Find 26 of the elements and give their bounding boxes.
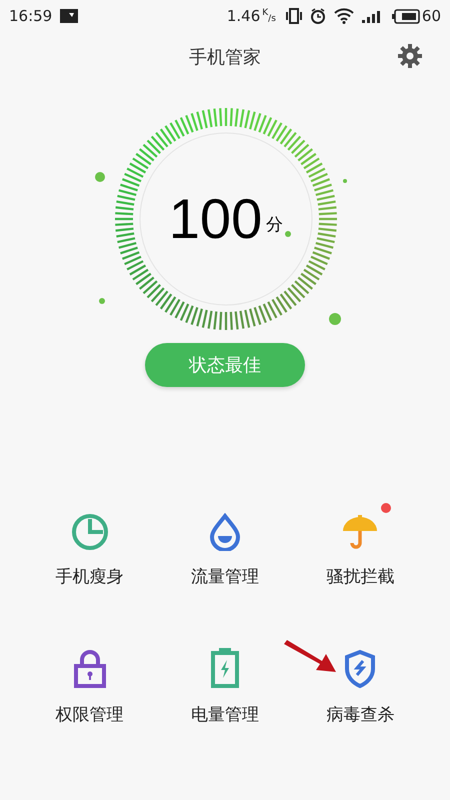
battery-level: 60	[422, 6, 441, 27]
score-value: 100	[168, 191, 262, 247]
score-unit: 分	[266, 214, 284, 238]
alarm-icon	[310, 8, 326, 24]
annotation-arrow	[282, 640, 336, 674]
picture-notification-icon	[60, 9, 78, 23]
tool-label[interactable]: 骚扰拦截	[326, 565, 394, 590]
network-speed: 1.46	[226, 6, 260, 27]
water-drop-icon	[208, 513, 242, 551]
wifi-icon	[334, 8, 354, 24]
pie-chart-icon	[70, 513, 109, 551]
battery-icon	[392, 8, 420, 24]
status-time: 16:59	[9, 6, 52, 27]
tool-label[interactable]: 流量管理	[190, 565, 259, 590]
shield-icon	[343, 648, 378, 688]
battery-charge-icon	[210, 646, 240, 688]
umbrella-icon	[341, 513, 380, 551]
tool-label[interactable]: 电量管理	[190, 702, 259, 728]
settings-icon[interactable]	[398, 44, 422, 68]
page-title: 手机管家	[189, 46, 261, 70]
tool-label[interactable]: 病毒查杀	[326, 702, 394, 728]
speed-unit: K /s	[262, 8, 276, 24]
tool-label[interactable]: 手机瘦身	[56, 565, 124, 590]
padlock-icon	[72, 648, 107, 688]
tool-label[interactable]: 权限管理	[56, 702, 124, 728]
vibrate-icon	[286, 8, 302, 24]
